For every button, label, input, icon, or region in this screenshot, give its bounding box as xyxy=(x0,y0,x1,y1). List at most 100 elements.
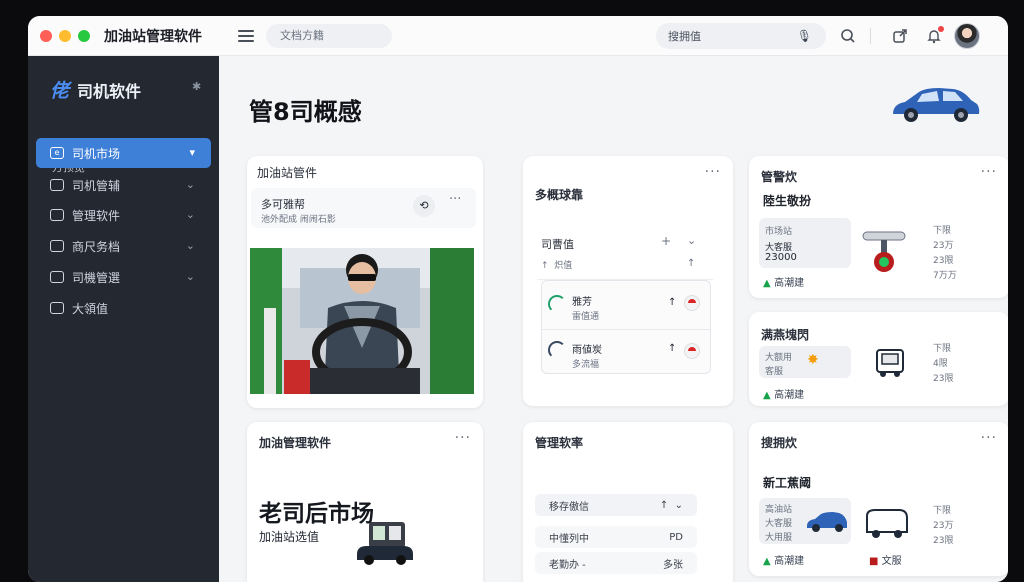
software-row-value: PD xyxy=(669,531,683,543)
top-search-input[interactable]: 文档方籍 xyxy=(266,23,392,48)
title-bar: 加油站管理软件 文档方籍 xyxy=(28,16,1008,56)
status-avatar-icon xyxy=(684,343,700,359)
video-caption: 池外配成 闹闹石影 xyxy=(261,215,336,225)
user-avatar[interactable] xyxy=(954,23,980,49)
sidebar-item-driver-market[interactable]: e 司机市场 ▾ xyxy=(36,138,211,168)
arrow-up-icon: ↑ xyxy=(668,343,677,354)
stats-line: 大客服 xyxy=(765,519,793,529)
sidebar-item-driver-select[interactable]: 司機管選 ⌄ xyxy=(36,262,211,292)
software-row[interactable]: 移存傲信 ↑ ⌄ xyxy=(535,494,697,516)
status-tag-label: 高潮建 xyxy=(774,556,805,567)
sidebar-item-label: 司机管辅 xyxy=(72,178,121,193)
list-items-box: 雅芳 雷值通 ↑ 雨値炭 多流福 ↑ xyxy=(541,280,711,374)
sidebar-item-icon xyxy=(50,240,64,252)
status-tag-label: 高潮建 xyxy=(774,390,805,401)
list-header-row: 司曹值 + ⌄ ↑ 炽值 ↑ xyxy=(537,234,713,280)
more-options-icon[interactable]: ··· xyxy=(449,192,461,207)
stats-value: 23000 xyxy=(765,252,797,263)
fuel-nozzle-icon xyxy=(862,231,906,272)
van-outline-icon xyxy=(866,509,908,538)
more-options-icon[interactable]: ··· xyxy=(981,430,997,446)
arrow-up-icon: ↑ xyxy=(541,261,549,271)
status-tag: ▲ 高潮建 xyxy=(763,556,805,567)
arrow-up-icon: ↑ xyxy=(668,297,677,308)
software-row[interactable]: 中懂列中 PD xyxy=(535,526,697,548)
side-stat: 下限 xyxy=(933,226,952,236)
sidebar-item-big-value[interactable]: 大領值 xyxy=(36,293,211,323)
side-stat: 23限 xyxy=(933,256,954,266)
card-software: 管理软率 移存傲信 ↑ ⌄ 中懂列中 PD 老勤办 - 多张 xyxy=(523,422,733,582)
stats-line: 客服 xyxy=(765,367,784,377)
side-stats: 下限 23万 23限 xyxy=(933,504,953,549)
stats-line: 高油站 xyxy=(765,505,793,515)
close-window-button[interactable] xyxy=(40,29,52,42)
chevron-down-icon[interactable]: ⌄ xyxy=(675,500,683,511)
sidebar-item-label: 商尺务档 xyxy=(72,239,121,254)
arrow-up-icon: ↑ xyxy=(659,499,669,511)
right-search-input[interactable]: 搜拥值 🎙 xyxy=(656,23,826,49)
sidebar-item-icon xyxy=(50,302,64,314)
card-video: 加油站管件 多可雅帮 池外配成 闹闹石影 ⟲ ··· xyxy=(247,156,483,408)
row-sub: ↑ 炽值 xyxy=(541,258,572,271)
sidebar-item-business[interactable]: 商尺务档 ⌄ xyxy=(36,231,211,261)
maximize-window-button[interactable] xyxy=(78,29,90,42)
more-options-icon[interactable]: ··· xyxy=(981,164,997,180)
video-header: 多可雅帮 池外配成 闹闹石影 ⟲ ··· xyxy=(251,188,476,228)
more-options-icon[interactable]: ··· xyxy=(455,430,471,446)
arrow-up-icon: ↑ xyxy=(687,258,696,269)
pin-icon[interactable]: ✱ xyxy=(192,80,201,93)
side-stat: 4限 xyxy=(933,359,948,369)
chevron-down-icon[interactable]: ⌄ xyxy=(687,234,696,247)
chevron-down-icon: ⌄ xyxy=(185,178,195,191)
status-tag: ▲ 高潮建 xyxy=(763,278,805,289)
side-stat: 7万万 xyxy=(933,271,957,281)
status-avatar-icon xyxy=(684,295,700,311)
sidebar-item-label: 司机市场 xyxy=(72,146,121,161)
status-tag: ▲ 高潮建 xyxy=(763,390,805,401)
sidebar: 佬 司机软件 ✱ 方预览 e 司机市场 ▾ 司机管辅 ⌄ 管理软件 ⌄ 商尺务档… xyxy=(28,56,219,582)
side-stats: 下限 4限 23限 xyxy=(933,342,953,387)
card-title: 加油站管件 xyxy=(257,166,318,180)
side-stat: 23限 xyxy=(933,374,954,384)
sidebar-item-label: 大領值 xyxy=(72,301,109,316)
share-icon[interactable] xyxy=(890,26,910,46)
software-row[interactable]: 老勤办 - 多张 xyxy=(535,552,697,574)
menu-icon[interactable] xyxy=(238,29,254,42)
side-stat: 23万 xyxy=(933,241,954,251)
card-stats-1: 管警炊 ··· 陸生敬扮 市场站 大客服 23000 下限 23万 23限 7万… xyxy=(749,156,1008,298)
main-content: 管8司概感 加油站管件 多可雅帮 池外配成 闹闹石影 ⟲ ··· 多概球靠 ··… xyxy=(219,56,1008,582)
stats-box: 大额用 客服 ✸ xyxy=(759,346,851,378)
card-title: 加油管理软件 xyxy=(259,436,332,450)
list-item-name: 雨値炭 xyxy=(572,345,602,356)
settings-icon[interactable]: ⟲ xyxy=(413,195,435,217)
side-stat: 下限 xyxy=(933,344,952,354)
side-stat: 下限 xyxy=(933,506,952,516)
driver-photo xyxy=(250,248,474,394)
minimize-window-button[interactable] xyxy=(59,29,71,42)
car-illustration xyxy=(893,88,980,122)
stats-line: 大用服 xyxy=(765,533,793,543)
more-options-icon[interactable]: ··· xyxy=(705,164,721,180)
sidebar-item-management-software[interactable]: 管理软件 ⌄ xyxy=(36,200,211,230)
list-item-name: 雅芳 xyxy=(572,297,592,308)
card-title: 管警炊 xyxy=(761,170,798,184)
sidebar-item-driver-manage[interactable]: 司机管辅 ⌄ xyxy=(36,170,211,200)
add-icon[interactable]: + xyxy=(661,234,671,248)
progress-ring-icon xyxy=(548,341,566,359)
card-stats-3: 搜拥炊 ··· 新工蕉阈 高油站 大客服 大用服 下限 23万 23限 ▲ 高潮… xyxy=(749,422,1008,576)
card-list: 多概球靠 ··· 司曹值 + ⌄ ↑ 炽值 ↑ 雅芳 雷值通 ↑ 雨値炭 多流福… xyxy=(523,156,733,406)
microphone-icon[interactable]: 🎙 xyxy=(797,29,812,43)
bell-icon[interactable] xyxy=(924,26,944,46)
divider xyxy=(542,329,710,330)
sidebar-item-icon xyxy=(50,209,64,221)
row-sub-text: 炽值 xyxy=(554,261,573,271)
search-icon[interactable] xyxy=(838,26,858,46)
window-controls xyxy=(40,29,90,42)
brand-name: 司机软件 xyxy=(77,81,142,101)
card-subtitle: 陸生敬扮 xyxy=(763,194,812,208)
card-title: 多概球靠 xyxy=(535,188,584,202)
truck-icon xyxy=(876,349,904,377)
notification-badge xyxy=(938,26,944,32)
software-row-label: 移存傲信 xyxy=(549,501,589,513)
video-subtitle: 多可雅帮 xyxy=(261,198,305,211)
